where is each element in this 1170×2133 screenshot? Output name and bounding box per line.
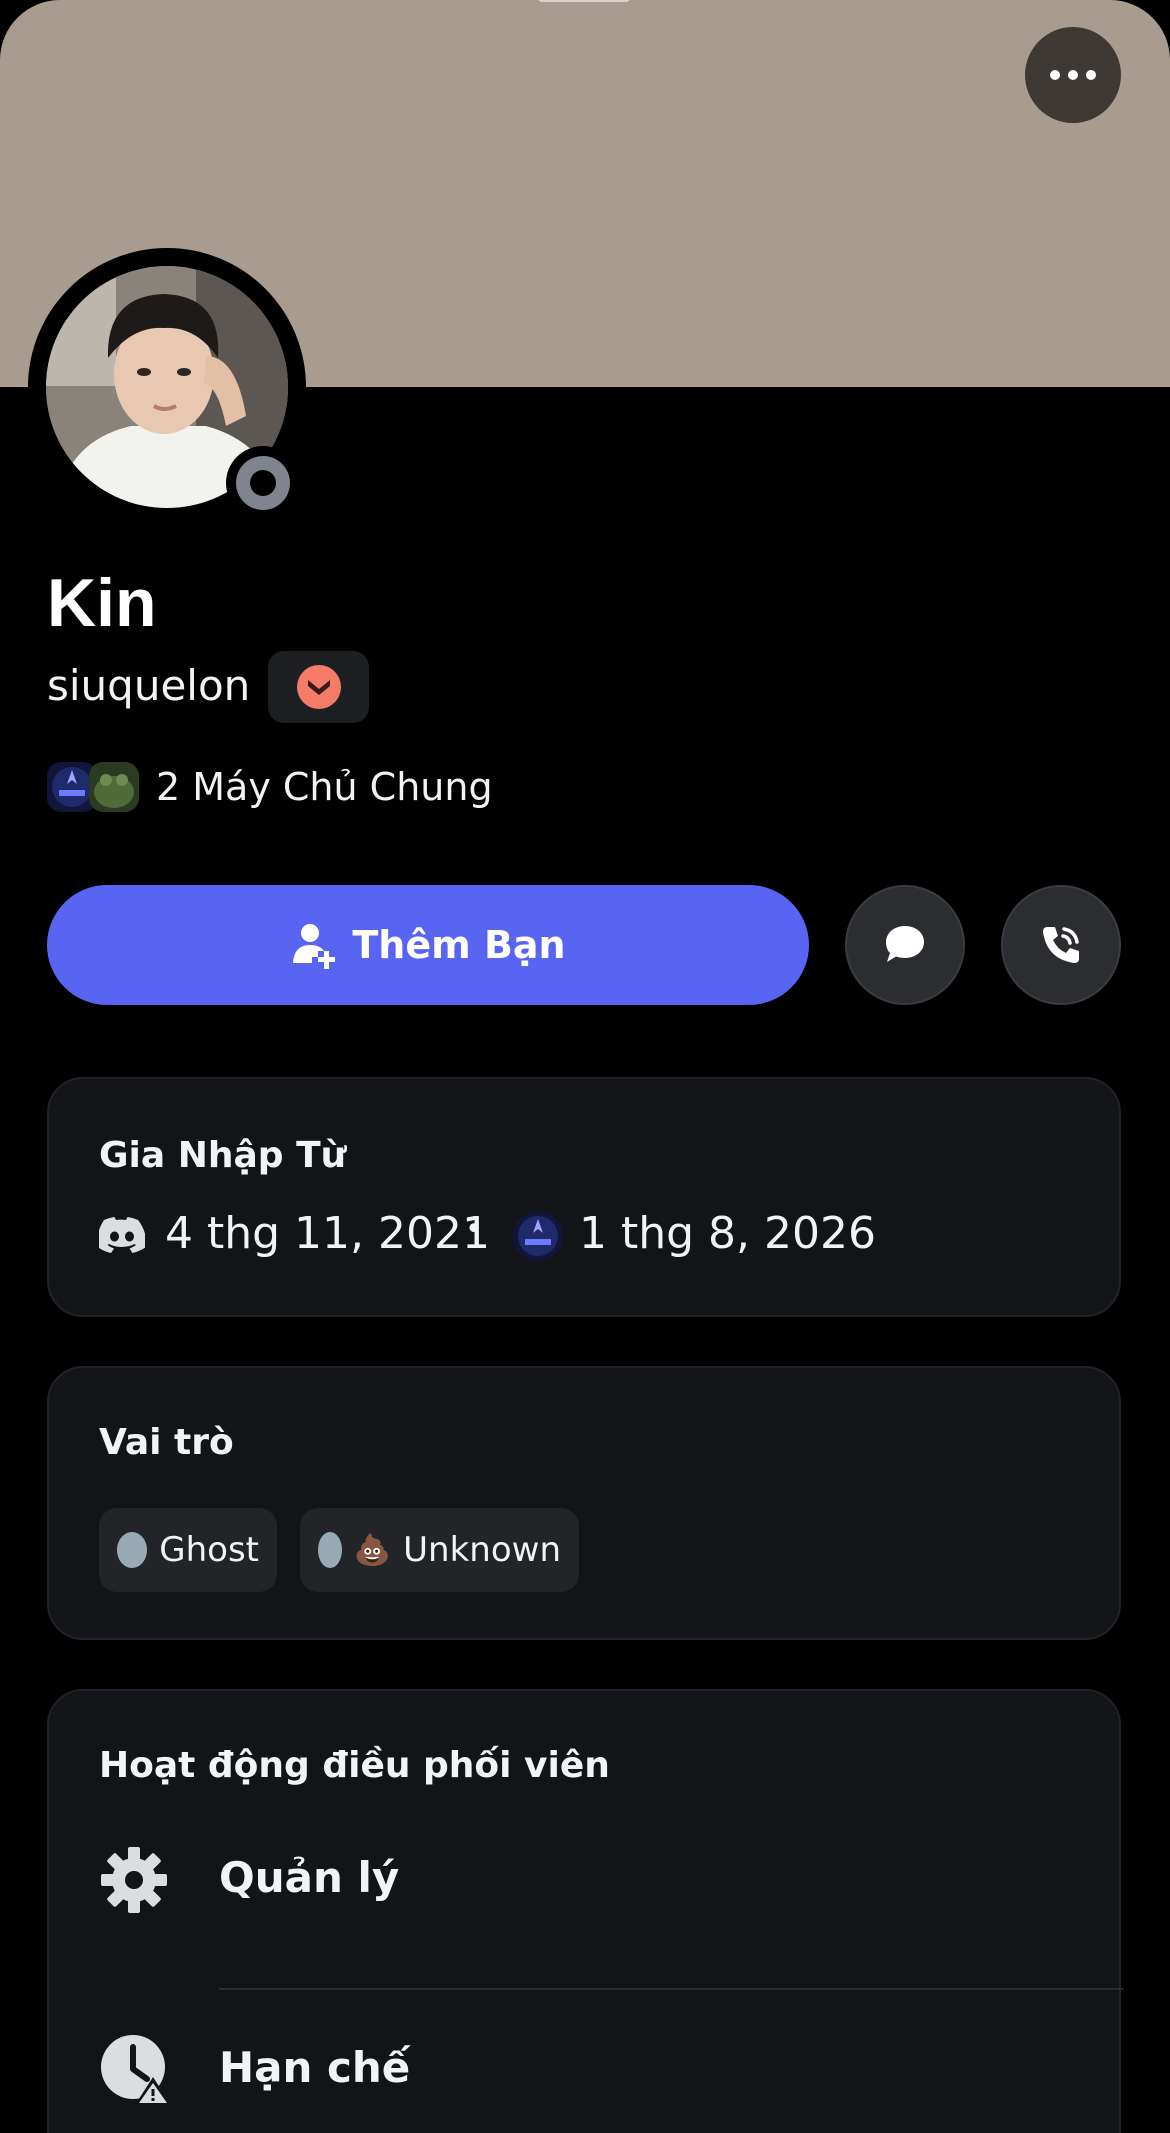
role-color-dot	[117, 1532, 148, 1568]
member-since-card: Gia Nhập Từ 4 thg 11, 2021 • 1 thg 8, 20…	[47, 1077, 1121, 1317]
moderator-activity-title: Hoạt động điều phối viên	[99, 1745, 610, 1786]
role-chip-unknown[interactable]: 💩 Unknown	[300, 1508, 579, 1592]
username[interactable]: siuquelon	[47, 660, 250, 712]
member-since-title: Gia Nhập Từ	[99, 1135, 347, 1176]
mod-row-label: Quản lý	[219, 1853, 400, 1902]
moderator-activity-card: Hoạt động điều phối viên Quản lý Hạn chế	[47, 1689, 1123, 2133]
more-options-button[interactable]	[1025, 27, 1121, 123]
chevron-badge-icon	[296, 665, 341, 709]
row-divider	[219, 1988, 1123, 1990]
gear-icon	[101, 1847, 167, 1913]
roles-card: Vai trò Ghost 💩 Unknown	[47, 1366, 1121, 1640]
roles-title: Vai trò	[99, 1422, 234, 1463]
offline-status-icon	[236, 456, 290, 510]
profile-sheet: Kin siuquelon 2 Máy Chủ Chung Thêm Bạn G…	[0, 0, 1170, 2133]
phone-call-icon	[1043, 927, 1079, 963]
message-button[interactable]	[845, 885, 965, 1005]
display-name: Kin	[47, 565, 157, 641]
hypesquad-badge[interactable]	[268, 651, 369, 723]
add-friend-button[interactable]: Thêm Bạn	[47, 885, 809, 1005]
timeout-clock-icon	[101, 2035, 171, 2105]
add-friend-label: Thêm Bạn	[352, 923, 566, 967]
mutual-servers-link[interactable]: 2 Máy Chủ Chung	[156, 762, 493, 812]
role-chip-ghost[interactable]: Ghost	[99, 1508, 277, 1592]
date-separator: •	[465, 1212, 483, 1247]
role-label: Unknown	[403, 1530, 561, 1570]
server-icon-shadow-small	[513, 1211, 563, 1261]
add-friend-icon	[293, 924, 336, 969]
discord-join-date: 4 thg 11, 2021	[165, 1208, 490, 1259]
discord-logo-icon	[99, 1217, 145, 1253]
role-label: Ghost	[159, 1530, 259, 1570]
more-dots-icon	[1050, 70, 1060, 80]
role-emoji: 💩	[353, 1532, 392, 1568]
server-join-date: 1 thg 8, 2026	[579, 1208, 876, 1259]
mod-row-label: Hạn chế	[219, 2043, 411, 2092]
mod-row-manage[interactable]: Quản lý	[49, 1821, 1123, 1941]
chat-bubble-icon	[886, 926, 924, 962]
sheet-grabber[interactable]	[538, 0, 630, 2]
role-color-dot	[318, 1532, 342, 1568]
server-icon-frog	[89, 762, 139, 812]
mod-row-timeout[interactable]: Hạn chế	[49, 2011, 1123, 2131]
voice-call-button[interactable]	[1001, 885, 1121, 1005]
